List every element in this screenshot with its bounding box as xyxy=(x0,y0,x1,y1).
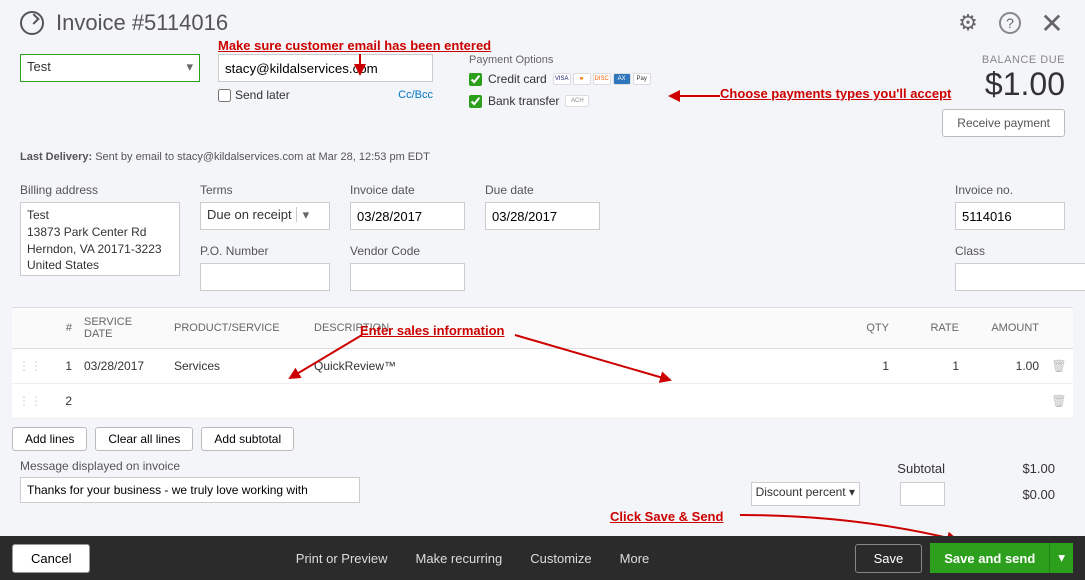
invoice-icon xyxy=(20,11,44,35)
invoice-date-input[interactable] xyxy=(350,202,465,230)
discount-type-select[interactable]: Discount percent ▾ xyxy=(751,482,860,506)
row-product[interactable] xyxy=(168,384,308,419)
row-description[interactable] xyxy=(308,384,825,419)
receive-payment-button[interactable]: Receive payment xyxy=(942,109,1065,137)
col-qty: QTY xyxy=(825,308,895,349)
row-description[interactable]: QuickReview™ xyxy=(308,349,825,384)
annotation-payments: Choose payments types you'll accept xyxy=(720,86,951,103)
ach-icon: ACH xyxy=(565,95,589,107)
row-qty[interactable]: 1 xyxy=(825,349,895,384)
invoice-no-label: Invoice no. xyxy=(955,183,1065,197)
table-row[interactable]: ⋮⋮ 2 🗑 xyxy=(12,384,1073,419)
page-title: Invoice #5114016 xyxy=(56,10,228,36)
row-amount[interactable]: 1.00 xyxy=(965,349,1045,384)
row-rate[interactable]: 1 xyxy=(895,349,965,384)
terms-select[interactable]: Due on receipt▾ xyxy=(200,202,330,230)
make-recurring-link[interactable]: Make recurring xyxy=(416,551,503,566)
bottom-bar: Cancel Print or Preview Make recurring C… xyxy=(0,536,1085,580)
line-items-table: # SERVICE DATE PRODUCT/SERVICE DESCRIPTI… xyxy=(12,307,1073,419)
close-icon[interactable]: ✕ xyxy=(1039,10,1065,36)
row-qty[interactable] xyxy=(825,384,895,419)
table-row[interactable]: ⋮⋮ 1 03/28/2017 Services QuickReview™ 1 … xyxy=(12,349,1073,384)
row-num: 1 xyxy=(48,349,78,384)
save-and-send-dropdown[interactable]: ▾ xyxy=(1049,543,1073,573)
save-button[interactable]: Save xyxy=(855,544,923,573)
bank-transfer-label: Bank transfer xyxy=(488,94,559,108)
vendor-input[interactable] xyxy=(350,263,465,291)
row-product[interactable]: Services xyxy=(168,349,308,384)
balance-amount: $1.00 xyxy=(942,66,1065,103)
invoice-no-input[interactable] xyxy=(955,202,1065,230)
billing-label: Billing address xyxy=(20,183,180,197)
cancel-button[interactable]: Cancel xyxy=(12,544,90,573)
row-rate[interactable] xyxy=(895,384,965,419)
invoice-date-label: Invoice date xyxy=(350,183,465,197)
col-service-date: SERVICE DATE xyxy=(78,308,168,349)
drag-handle-icon[interactable]: ⋮⋮ xyxy=(12,384,48,419)
customize-link[interactable]: Customize xyxy=(530,551,591,566)
credit-card-checkbox[interactable] xyxy=(469,73,482,86)
add-subtotal-button[interactable]: Add subtotal xyxy=(201,427,294,451)
col-product: PRODUCT/SERVICE xyxy=(168,308,308,349)
card-icons: VISA ●● DISC AX Pay xyxy=(553,73,651,85)
send-later-checkbox[interactable] xyxy=(218,89,231,102)
vendor-label: Vendor Code xyxy=(350,244,465,258)
ccbcc-link[interactable]: Cc/Bcc xyxy=(398,89,433,101)
due-date-input[interactable] xyxy=(485,202,600,230)
row-amount[interactable] xyxy=(965,384,1045,419)
col-amount: AMOUNT xyxy=(965,308,1045,349)
customer-name: Test xyxy=(27,59,51,74)
row-service-date[interactable] xyxy=(78,384,168,419)
billing-address[interactable]: Test13873 Park Center RdHerndon, VA 2017… xyxy=(20,202,180,276)
credit-card-label: Credit card xyxy=(488,72,547,86)
customer-select[interactable]: Test xyxy=(20,54,200,82)
drag-handle-icon[interactable]: ⋮⋮ xyxy=(12,349,48,384)
class-input[interactable] xyxy=(955,263,1085,291)
balance-due-label: BALANCE DUE xyxy=(942,54,1065,66)
message-input[interactable] xyxy=(20,477,360,503)
row-num: 2 xyxy=(48,384,78,419)
send-later-label: Send later xyxy=(235,88,290,102)
bank-transfer-checkbox[interactable] xyxy=(469,95,482,108)
save-and-send-button[interactable]: Save and send xyxy=(930,543,1049,573)
annotation-savesend: Click Save & Send xyxy=(610,509,723,524)
annotation-email: Make sure customer email has been entere… xyxy=(218,38,491,53)
print-preview-link[interactable]: Print or Preview xyxy=(296,551,388,566)
more-link[interactable]: More xyxy=(620,551,650,566)
class-label: Class xyxy=(955,244,1065,258)
trash-icon[interactable]: 🗑 xyxy=(1045,349,1073,384)
col-rate: RATE xyxy=(895,308,965,349)
po-label: P.O. Number xyxy=(200,244,330,258)
trash-icon[interactable]: 🗑 xyxy=(1045,384,1073,419)
subtotal-label: Subtotal xyxy=(897,461,945,476)
terms-label: Terms xyxy=(200,183,330,197)
help-icon[interactable]: ? xyxy=(999,12,1021,34)
subtotal-value: $1.00 xyxy=(985,461,1055,476)
add-lines-button[interactable]: Add lines xyxy=(12,427,87,451)
annotation-sales: Enter sales information xyxy=(360,323,504,338)
email-input[interactable] xyxy=(218,54,433,82)
payment-options-label: Payment Options xyxy=(469,54,651,66)
discount-value: $0.00 xyxy=(985,487,1055,502)
discount-input[interactable] xyxy=(900,482,945,506)
gear-icon[interactable]: ⚙ xyxy=(955,10,981,36)
col-num: # xyxy=(48,308,78,349)
po-input[interactable] xyxy=(200,263,330,291)
clear-lines-button[interactable]: Clear all lines xyxy=(95,427,193,451)
due-date-label: Due date xyxy=(485,183,600,197)
row-service-date[interactable]: 03/28/2017 xyxy=(78,349,168,384)
last-delivery: Last Delivery: Sent by email to stacy@ki… xyxy=(0,145,1085,169)
